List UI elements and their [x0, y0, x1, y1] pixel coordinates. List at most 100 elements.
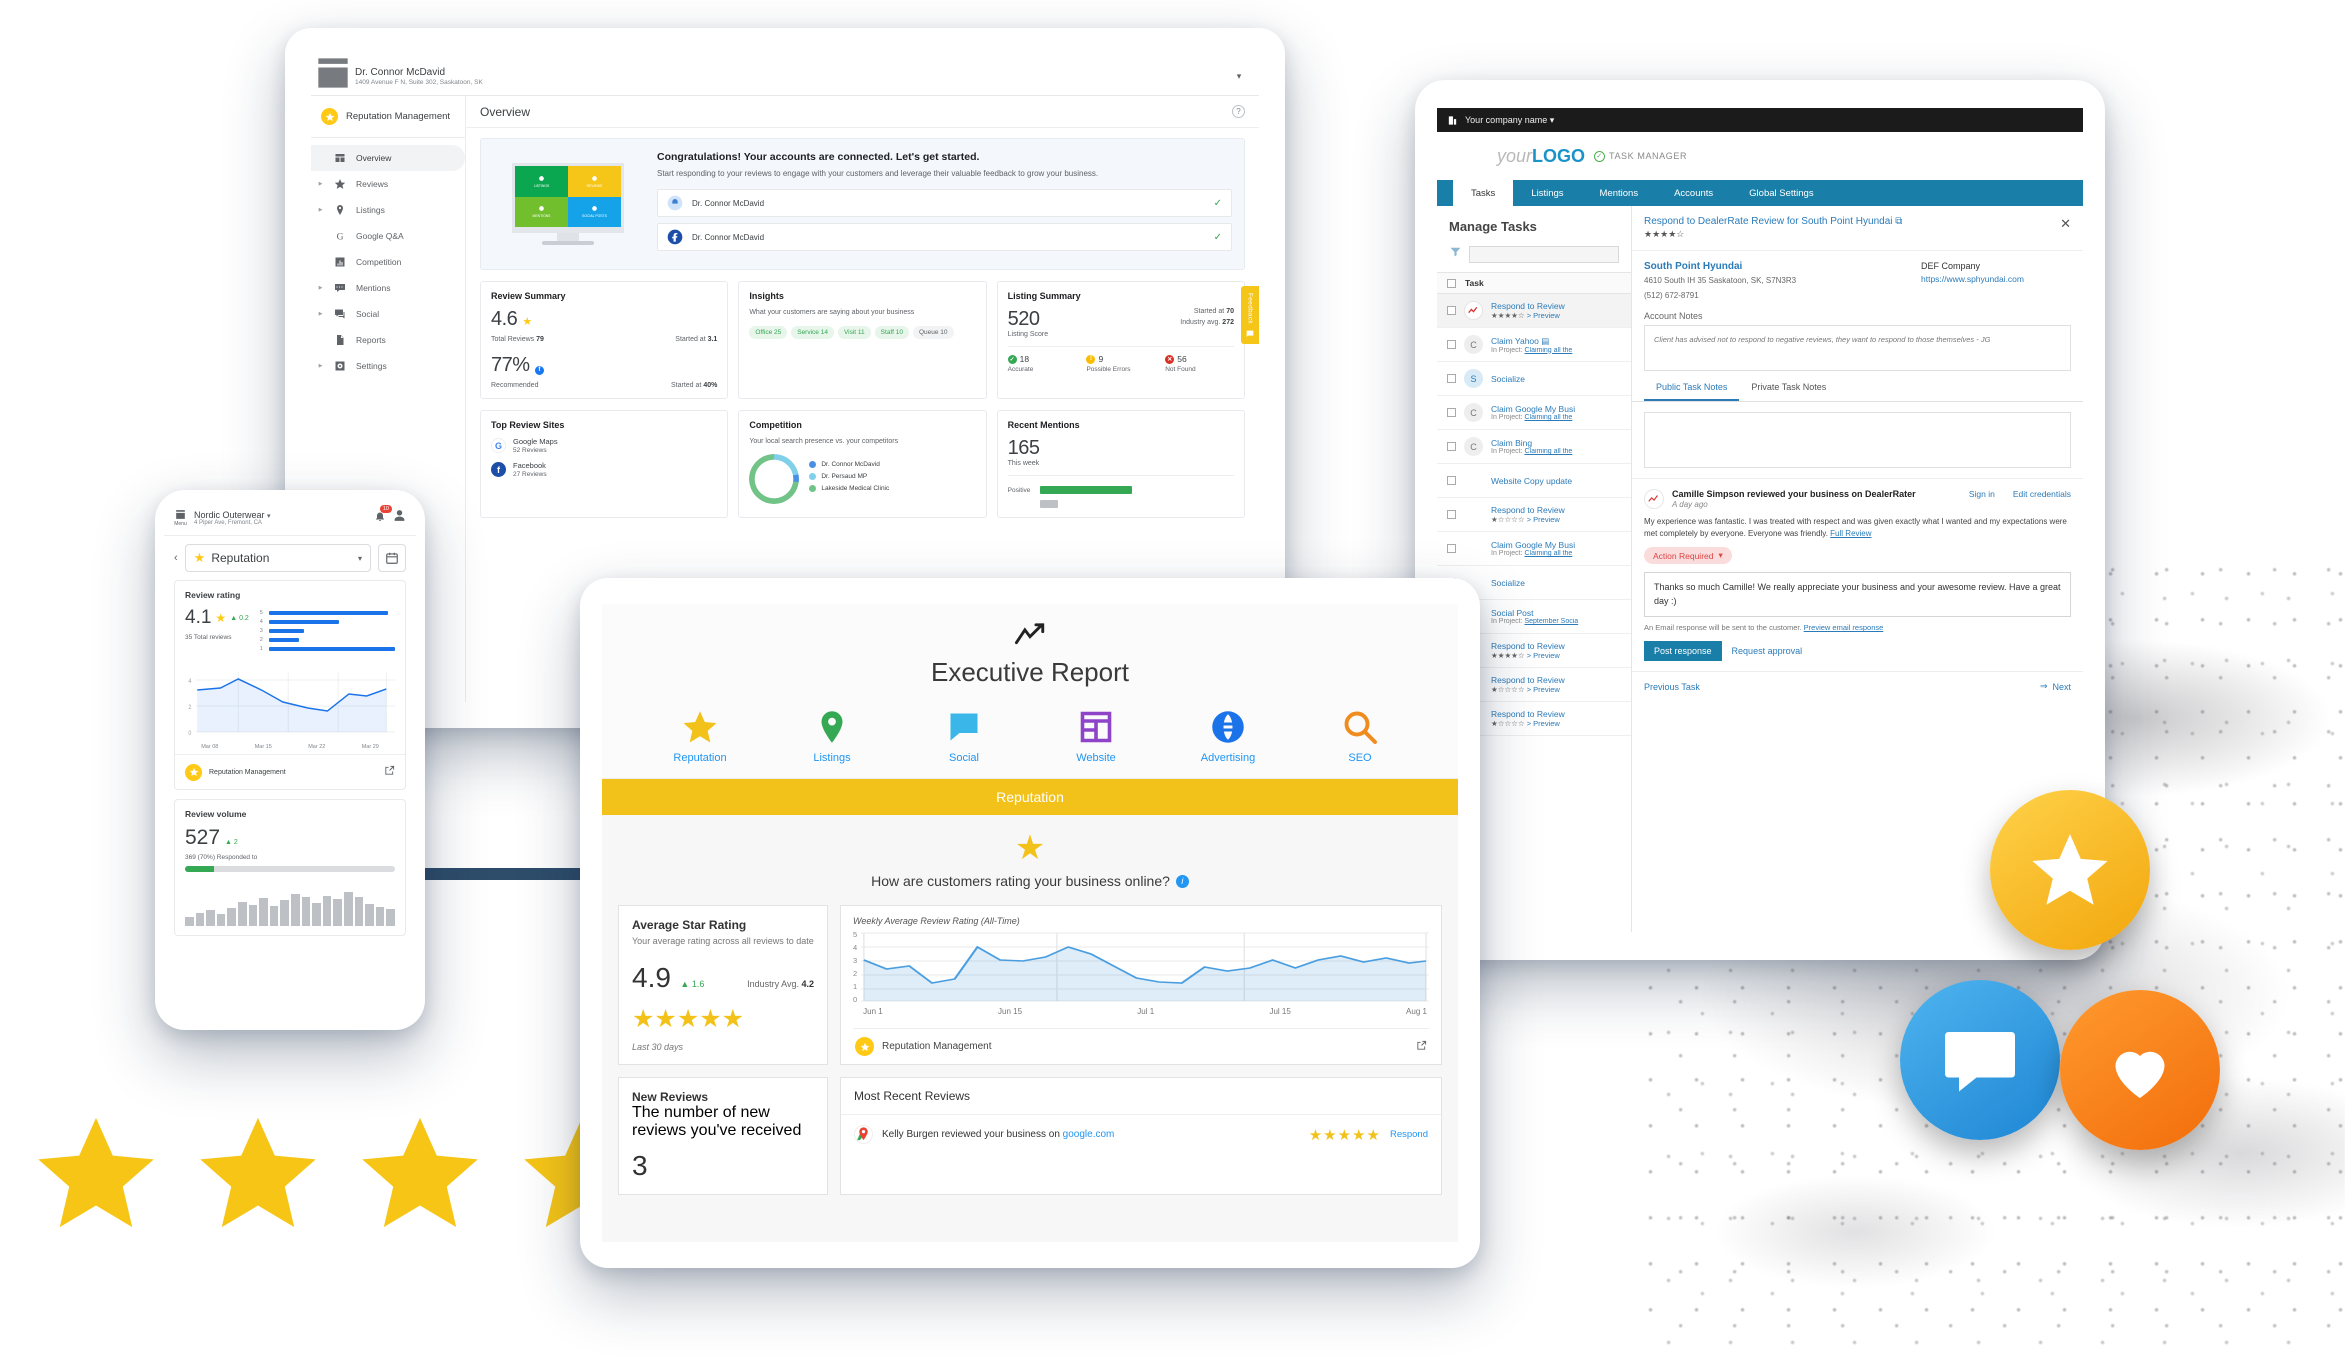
- task-title[interactable]: Respond to Review: [1491, 709, 1621, 719]
- full-review-link[interactable]: Full Review: [1830, 529, 1871, 538]
- notifications-button[interactable]: 10: [374, 504, 392, 527]
- task-title[interactable]: Socialize: [1491, 578, 1621, 588]
- task-checkbox[interactable]: [1447, 544, 1456, 553]
- task-checkbox[interactable]: [1447, 340, 1456, 349]
- sidebar-item-reports[interactable]: Reports: [311, 327, 465, 353]
- report-nav-listings[interactable]: Listings: [793, 706, 871, 764]
- connected-account-row[interactable]: Dr. Connor McDavid ✓: [657, 189, 1232, 217]
- task-title[interactable]: Claim Bing: [1491, 438, 1621, 448]
- help-icon[interactable]: ?: [1232, 105, 1245, 118]
- task-row[interactable]: C Claim Yahoo ▤ In Project: Claiming all t…: [1437, 328, 1631, 362]
- post-response-button[interactable]: Post response: [1644, 641, 1722, 662]
- section-selector[interactable]: ★ Reputation ▾: [184, 544, 371, 572]
- tab-mentions[interactable]: Mentions: [1582, 180, 1657, 206]
- edit-credentials-link[interactable]: Edit credentials: [2013, 489, 2071, 499]
- back-icon[interactable]: ‹: [174, 552, 178, 564]
- external-link-icon[interactable]: [1416, 1038, 1427, 1056]
- sidebar-item-google-q-a[interactable]: G Google Q&A: [311, 223, 465, 249]
- task-checkbox[interactable]: [1447, 408, 1456, 417]
- report-nav-website[interactable]: Website: [1057, 706, 1135, 764]
- task-title[interactable]: Claim Google My Busi: [1491, 540, 1621, 550]
- select-all-checkbox[interactable]: [1447, 278, 1456, 288]
- preview-email-link[interactable]: Preview email response: [1804, 623, 1884, 632]
- company-switcher-bar[interactable]: Your company name ▾: [1437, 108, 2083, 132]
- sidebar-item-social[interactable]: ▶ Social: [311, 301, 465, 327]
- note-tab-private[interactable]: Private Task Notes: [1739, 382, 1838, 401]
- note-editor[interactable]: [1644, 412, 2071, 469]
- task-row[interactable]: Respond to Review ★★★★☆ > Preview: [1437, 294, 1631, 328]
- task-title[interactable]: Socialize: [1491, 374, 1621, 384]
- sign-in-link[interactable]: Sign in: [1969, 489, 1995, 499]
- task-checkbox[interactable]: [1447, 510, 1456, 519]
- note-tab-public[interactable]: Public Task Notes: [1644, 382, 1740, 402]
- insight-tag[interactable]: Staff 10: [874, 326, 909, 340]
- task-checkbox[interactable]: [1447, 442, 1456, 451]
- avatar[interactable]: [393, 509, 406, 527]
- sidebar-item-listings[interactable]: ▶ Listings: [311, 197, 465, 223]
- respond-button[interactable]: Respond: [1390, 1129, 1428, 1140]
- feedback-tab[interactable]: Feedback: [1241, 286, 1259, 344]
- task-title[interactable]: Respond to Review: [1491, 641, 1621, 651]
- task-checkbox[interactable]: [1447, 374, 1456, 383]
- report-nav-reputation[interactable]: Reputation: [661, 706, 739, 764]
- task-row[interactable]: Claim Google My Busi In Project: Claiming…: [1437, 532, 1631, 566]
- task-project-link[interactable]: Claiming all the: [1524, 347, 1572, 354]
- info-icon[interactable]: i: [1175, 874, 1189, 888]
- task-title[interactable]: Claim Google My Busi: [1491, 404, 1621, 414]
- insight-tag[interactable]: Visit 11: [837, 326, 871, 340]
- previous-task-button[interactable]: Previous Task: [1644, 682, 1700, 692]
- status-badge[interactable]: Action Required ▾: [1644, 547, 1732, 565]
- task-row[interactable]: C Claim Bing In Project: Claiming all the: [1437, 430, 1631, 464]
- chevron-down-icon[interactable]: ▾: [1219, 71, 1259, 82]
- insight-tag[interactable]: Queue 10: [912, 326, 954, 340]
- report-nav-advertising[interactable]: Advertising: [1189, 706, 1267, 764]
- insight-tag[interactable]: Service 14: [791, 326, 834, 340]
- sidebar-item-reviews[interactable]: ▶ Reviews: [311, 171, 465, 197]
- task-title[interactable]: Respond to Review: [1491, 675, 1621, 685]
- task-title[interactable]: Claim Yahoo ▤: [1491, 336, 1621, 347]
- task-row[interactable]: Respond to Review ★☆☆☆☆ > Preview: [1437, 498, 1631, 532]
- task-project-link[interactable]: Claiming all the: [1524, 448, 1572, 455]
- sidebar-item-settings[interactable]: ▶ Settings: [311, 353, 465, 379]
- sidebar-item-overview[interactable]: Overview: [311, 145, 465, 171]
- task-project-link[interactable]: Claiming all the: [1524, 414, 1572, 421]
- card-footer[interactable]: Reputation Management: [175, 754, 405, 789]
- task-row[interactable]: C Claim Google My Busi In Project: Claimin…: [1437, 396, 1631, 430]
- report-nav-social[interactable]: Social: [925, 706, 1003, 764]
- task-title[interactable]: Social Post: [1491, 608, 1621, 618]
- insight-tag[interactable]: Office 25: [749, 326, 788, 340]
- task-detail-link[interactable]: Respond to DealerRate Review for South P…: [1644, 216, 2052, 227]
- task-title[interactable]: Respond to Review: [1491, 301, 1621, 311]
- account-website[interactable]: https://www.sphyundai.com: [1921, 274, 2071, 284]
- business-switcher[interactable]: Nordic Outerwear ▾ 4 Piper Ave, Fremont,…: [194, 510, 367, 526]
- task-title[interactable]: Website Copy update: [1491, 476, 1621, 486]
- tab-listings[interactable]: Listings: [1513, 180, 1581, 206]
- request-approval-button[interactable]: Request approval: [1732, 646, 1803, 656]
- reply-textarea[interactable]: Thanks so much Camille! We really apprec…: [1644, 572, 2071, 618]
- account-business-name[interactable]: South Point Hyundai: [1644, 261, 1907, 272]
- filter-icon[interactable]: [1449, 245, 1462, 263]
- external-link-icon[interactable]: [384, 763, 395, 781]
- search-input[interactable]: [1469, 245, 1619, 263]
- review-site-row[interactable]: f Facebook 27 Reviews: [491, 461, 717, 478]
- sidebar-item-competition[interactable]: Competition: [311, 249, 465, 275]
- task-checkbox[interactable]: [1447, 306, 1456, 315]
- tab-tasks[interactable]: Tasks: [1453, 180, 1514, 206]
- report-nav-seo[interactable]: SEO: [1321, 706, 1399, 764]
- sidebar-item-mentions[interactable]: ▶ Mentions: [311, 275, 465, 301]
- review-source-link[interactable]: google.com: [1063, 1129, 1115, 1140]
- task-row[interactable]: S Socialize: [1437, 362, 1631, 396]
- task-title[interactable]: Respond to Review: [1491, 505, 1621, 515]
- task-checkbox[interactable]: [1447, 476, 1456, 485]
- tab-global-settings[interactable]: Global Settings: [1731, 180, 1831, 206]
- connected-account-row[interactable]: Dr. Connor McDavid ✓: [657, 223, 1232, 251]
- business-switcher[interactable]: Dr. Connor McDavid 1409 Avenue F N, Suit…: [355, 67, 1219, 86]
- next-task-button[interactable]: ⇒ Next: [2040, 681, 2071, 692]
- task-filter-row[interactable]: [1437, 245, 1631, 272]
- close-icon[interactable]: ✕: [2060, 216, 2071, 232]
- task-project-link[interactable]: September Socia: [1524, 618, 1578, 625]
- card-footer[interactable]: Reputation Management: [853, 1028, 1429, 1064]
- task-row[interactable]: Website Copy update: [1437, 464, 1631, 498]
- task-project-link[interactable]: Claiming all the: [1524, 550, 1572, 557]
- menu-button[interactable]: Menu: [174, 508, 187, 527]
